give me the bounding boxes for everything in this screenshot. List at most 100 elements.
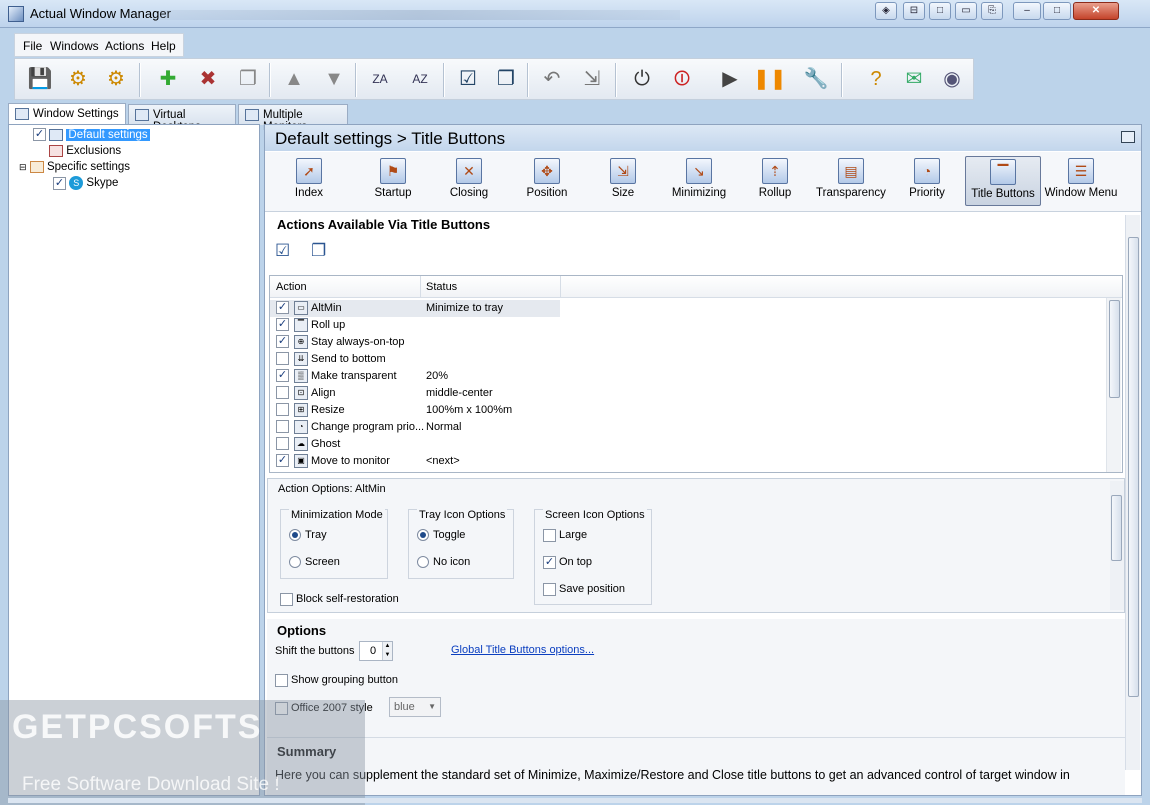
category-rollup[interactable]: ⇡ Rollup: [737, 156, 813, 206]
settings-icon[interactable]: ⚙: [63, 64, 93, 94]
move-down-icon[interactable]: ▼: [319, 64, 349, 94]
checkbox[interactable]: [543, 528, 556, 542]
uncheck-all-icon[interactable]: ❐: [491, 64, 521, 94]
table-row[interactable]: ☁ Ghost: [270, 436, 1106, 453]
table-row[interactable]: ◔ Change program prio... Normal: [270, 419, 1106, 436]
settings-multi-icon[interactable]: ⚙: [101, 64, 131, 94]
minimize-button[interactable]: –: [1013, 2, 1041, 20]
category-index[interactable]: ➚ Index: [271, 156, 347, 206]
redo-icon[interactable]: ⇲: [577, 64, 607, 94]
col-action[interactable]: Action: [276, 281, 307, 293]
radio-no-icon[interactable]: No icon: [417, 555, 470, 569]
category-closing[interactable]: ✕ Closing: [431, 156, 507, 206]
restore-panel-icon[interactable]: [1121, 131, 1135, 143]
table-row[interactable]: ✓ ⊕ Stay always-on-top: [270, 334, 1106, 351]
tree-checkbox[interactable]: ✓: [33, 128, 46, 142]
close-button[interactable]: ✕: [1073, 2, 1119, 20]
tree-item-exclusions[interactable]: Exclusions: [49, 144, 121, 160]
radio-screen[interactable]: Screen: [289, 555, 340, 569]
menu-help[interactable]: Help: [151, 39, 176, 53]
category-priority[interactable]: ◔ Priority: [889, 156, 965, 206]
tab-virtual-desktops[interactable]: Virtual Desktops: [128, 104, 236, 133]
scrollbar-thumb[interactable]: [1109, 300, 1120, 398]
save-icon[interactable]: 💾: [25, 64, 55, 94]
check-all-actions-icon[interactable]: ☑: [275, 241, 290, 261]
tree-checkbox[interactable]: ✓: [53, 176, 66, 190]
table-scrollbar[interactable]: [1106, 298, 1121, 472]
uncheck-all-actions-icon[interactable]: ❐: [311, 241, 326, 261]
radio-tray[interactable]: Tray: [289, 528, 327, 542]
menu-windows[interactable]: Windows: [50, 39, 99, 53]
category-minimizing[interactable]: ↘ Minimizing: [661, 156, 737, 206]
pause-icon[interactable]: ❚❚: [753, 64, 787, 94]
category-size[interactable]: ⇲ Size: [585, 156, 661, 206]
checkbox[interactable]: [275, 673, 288, 687]
row-checkbox[interactable]: ✓: [276, 454, 289, 467]
move-up-icon[interactable]: ▲: [279, 64, 309, 94]
checkbox-save-position[interactable]: Save position: [543, 582, 625, 596]
radio-button[interactable]: [417, 556, 429, 569]
table-row[interactable]: ⇊ Send to bottom: [270, 351, 1106, 368]
category-title-buttons[interactable]: ▔ Title Buttons: [965, 156, 1041, 206]
category-position[interactable]: ✥ Position: [509, 156, 585, 206]
table-row[interactable]: ✓ ▔ Roll up: [270, 317, 1106, 334]
radio-button[interactable]: [289, 529, 301, 542]
table-row[interactable]: ⊡ Align middle-center: [270, 385, 1106, 402]
row-checkbox[interactable]: ✓: [276, 335, 289, 348]
scrollbar-thumb[interactable]: [1111, 495, 1122, 561]
copy-icon[interactable]: ❐: [233, 64, 263, 94]
radio-toggle[interactable]: Toggle: [417, 528, 465, 542]
checkbox-block-self-restoration[interactable]: Block self-restoration: [280, 592, 399, 606]
checkbox[interactable]: [280, 592, 293, 606]
roll-up-icon[interactable]: □: [929, 2, 951, 20]
table-row[interactable]: ✓ ▣ Move to monitor <next>: [270, 453, 1106, 470]
ghost-icon[interactable]: ⎘: [981, 2, 1003, 20]
play-icon[interactable]: ▶: [715, 64, 745, 94]
power-icon[interactable]: ⏻: [627, 64, 657, 94]
row-checkbox[interactable]: ✓: [276, 301, 289, 314]
tree-item-default-settings[interactable]: ✓ Default settings: [33, 128, 150, 144]
style-select[interactable]: blue ▼: [389, 697, 441, 717]
row-checkbox[interactable]: ✓: [276, 318, 289, 331]
row-checkbox[interactable]: [276, 420, 289, 433]
global-title-buttons-link[interactable]: Global Title Buttons options...: [451, 644, 594, 656]
category-startup[interactable]: ⚑ Startup: [355, 156, 431, 206]
shift-buttons-stepper[interactable]: 0 ▲ ▼: [359, 641, 393, 661]
stop-icon[interactable]: ⏼: [667, 64, 697, 94]
checkbox-on-top[interactable]: ✓ On top: [543, 555, 592, 569]
category-transparency[interactable]: ▤ Transparency: [813, 156, 889, 206]
table-row[interactable]: ✓ ▭ AltMin Minimize to tray: [270, 300, 560, 317]
row-checkbox[interactable]: [276, 403, 289, 416]
help-icon[interactable]: ?: [861, 64, 891, 94]
undo-icon[interactable]: ↶: [537, 64, 567, 94]
row-checkbox[interactable]: ✓: [276, 369, 289, 382]
checkbox-show-grouping[interactable]: Show grouping button: [275, 673, 398, 687]
table-row[interactable]: ⊞ Resize 100%m x 100%m: [270, 402, 1106, 419]
row-checkbox[interactable]: [276, 386, 289, 399]
sort-za-icon[interactable]: AZ: [405, 64, 435, 94]
checkbox[interactable]: [543, 582, 556, 596]
delete-item-icon[interactable]: ✖: [193, 64, 223, 94]
scrollbar-thumb[interactable]: [1128, 237, 1139, 697]
panel-scrollbar[interactable]: [1125, 215, 1140, 770]
collapse-icon[interactable]: ⊟: [19, 162, 27, 172]
menu-file[interactable]: File: [23, 39, 42, 53]
table-row[interactable]: ✓ ▒ Make transparent 20%: [270, 368, 1106, 385]
tools-icon[interactable]: 🔧: [801, 64, 831, 94]
broadcast-icon[interactable]: ◉: [937, 64, 967, 94]
tab-window-settings[interactable]: Window Settings: [8, 103, 126, 126]
checkbox[interactable]: ✓: [543, 555, 556, 569]
new-item-icon[interactable]: ✚: [153, 64, 183, 94]
stay-on-top-icon[interactable]: ▭: [955, 2, 977, 20]
col-status[interactable]: Status: [426, 281, 457, 293]
options-scrollbar[interactable]: [1110, 481, 1124, 610]
tab-multiple-monitors[interactable]: Multiple Monitors: [238, 104, 348, 133]
radio-button[interactable]: [417, 529, 429, 542]
row-checkbox[interactable]: [276, 437, 289, 450]
sort-az-icon[interactable]: ZA: [365, 64, 395, 94]
stepper-arrows-icon[interactable]: ▲ ▼: [382, 642, 392, 660]
pin-icon[interactable]: ◈: [875, 2, 897, 20]
category-window-menu[interactable]: ☰ Window Menu: [1041, 156, 1121, 206]
check-all-icon[interactable]: ☑: [453, 64, 483, 94]
radio-button[interactable]: [289, 556, 301, 569]
